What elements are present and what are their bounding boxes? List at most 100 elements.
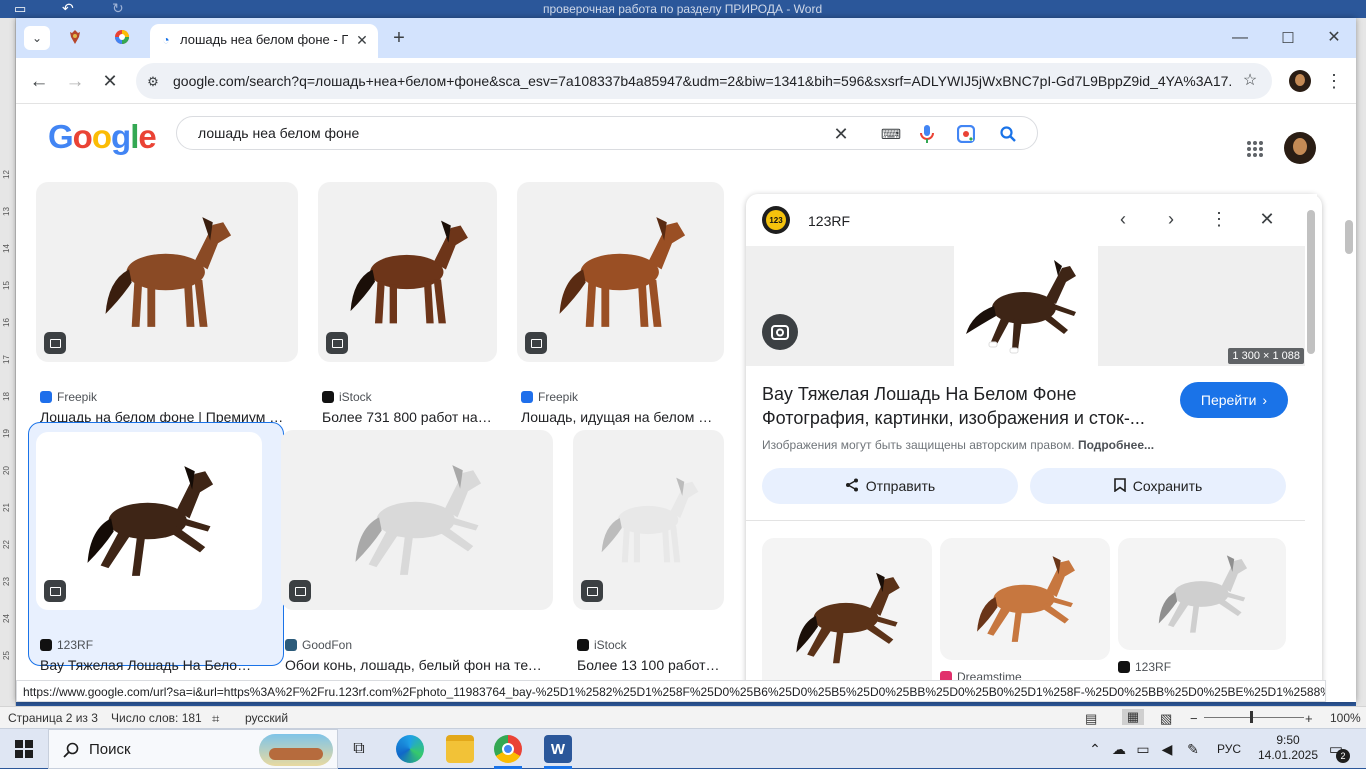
chrome-icon[interactable] xyxy=(494,735,522,763)
tab-google-search[interactable]: ◔ лошадь неа белом фоне - Поиск в Google… xyxy=(150,24,378,58)
windows-start-icon[interactable] xyxy=(14,739,34,759)
image-badge-icon xyxy=(326,332,348,354)
forward-icon[interactable]: → xyxy=(64,70,86,92)
result-source[interactable]: Freepik xyxy=(521,390,578,404)
tab-strip: ⌄ ◔ лошадь неа белом фоне - Поиск в Goog… xyxy=(16,18,1356,58)
result-thumbnail[interactable] xyxy=(36,432,262,610)
word-count[interactable]: Число слов: 181 xyxy=(111,711,202,725)
stop-loading-icon[interactable]: ✕ xyxy=(99,70,121,92)
result-thumbnail[interactable] xyxy=(318,182,497,362)
panel-title[interactable]: Вау Тяжелая Лошадь На Белом Фоне Фотогра… xyxy=(762,382,1162,430)
result-source[interactable]: Freepik xyxy=(40,390,97,404)
close-window-icon[interactable]: ✕ xyxy=(1324,28,1344,48)
visit-button[interactable]: Перейти › xyxy=(1180,382,1288,418)
word-right-edge xyxy=(1356,18,1366,708)
share-icon xyxy=(845,478,859,495)
result-thumbnail[interactable] xyxy=(281,430,553,610)
result-source[interactable]: iStock xyxy=(577,638,627,652)
panel-scrollbar[interactable] xyxy=(1305,194,1317,702)
document-language[interactable]: русский xyxy=(245,711,288,725)
prev-image-icon[interactable]: ‹ xyxy=(1112,208,1134,230)
taskbar-search-box[interactable]: Поиск xyxy=(48,729,338,769)
read-mode-icon[interactable]: ▤ xyxy=(1085,711,1097,727)
keyboard-language[interactable]: РУС xyxy=(1217,742,1241,756)
url-text[interactable]: google.com/search?q=лошадь+неа+белом+фон… xyxy=(173,73,1233,89)
onedrive-icon[interactable]: ☁ xyxy=(1110,740,1128,758)
result-thumbnail[interactable] xyxy=(517,182,724,362)
more-options-icon[interactable]: ⋮ xyxy=(1208,208,1230,230)
ruler-number: 17 xyxy=(1,355,11,364)
address-bar[interactable]: ⚙ google.com/search?q=лошадь+неа+белом+ф… xyxy=(136,63,1272,99)
chevron-up-icon[interactable]: ⌃ xyxy=(1086,740,1104,758)
search-icon[interactable] xyxy=(997,123,1019,145)
result-caption[interactable]: Лошадь, идущая на белом фоне xyxy=(521,409,720,425)
page-scrollbar[interactable] xyxy=(1342,190,1356,702)
page-count[interactable]: Страница 2 из 3 xyxy=(8,711,98,725)
network-icon[interactable]: ▭ xyxy=(1134,740,1152,758)
file-explorer-icon[interactable] xyxy=(446,735,474,763)
zoom-level[interactable]: 100% xyxy=(1330,711,1361,725)
word-icon[interactable]: W xyxy=(544,735,572,763)
redo-icon[interactable]: ↻ xyxy=(112,1,124,15)
emblem-tab-icon[interactable] xyxy=(66,28,84,46)
edge-icon[interactable] xyxy=(396,735,424,763)
save-button[interactable]: Сохранить xyxy=(1030,468,1286,504)
panel-source[interactable]: 123RF xyxy=(808,213,850,229)
task-view-icon[interactable]: ⧉ xyxy=(348,739,370,759)
preview-image-area[interactable]: 1 300 × 1 088 xyxy=(746,246,1306,366)
result-source[interactable]: GoodFon xyxy=(285,638,352,652)
site-info-icon[interactable]: ⚙ xyxy=(144,72,162,90)
zoom-slider[interactable] xyxy=(1204,717,1304,718)
clock[interactable]: 9:50 14.01.2025 xyxy=(1256,733,1320,763)
word-title-bar: ▭ ↶ ↻ проверочная работа по разделу ПРИР… xyxy=(0,0,1366,18)
undo-icon[interactable]: ↶ xyxy=(62,1,74,15)
zoom-out-icon[interactable]: − xyxy=(1190,711,1198,726)
lens-search-icon[interactable] xyxy=(762,314,798,350)
clear-search-icon[interactable]: ✕ xyxy=(831,124,851,144)
keyboard-icon[interactable]: ⌨ xyxy=(880,124,902,144)
close-panel-icon[interactable]: ✕ xyxy=(1256,208,1278,230)
proofing-icon[interactable]: ⌗ xyxy=(212,711,219,727)
tab-search-icon[interactable]: ⌄ xyxy=(24,26,50,50)
share-button[interactable]: Отправить xyxy=(762,468,1018,504)
taskbar-search-text: Поиск xyxy=(89,741,131,758)
tab-close-icon[interactable]: ✕ xyxy=(354,32,370,48)
web-layout-icon[interactable]: ▧ xyxy=(1160,711,1172,727)
apps-grid-icon[interactable] xyxy=(1244,138,1266,160)
zoom-slider-thumb[interactable] xyxy=(1250,711,1253,723)
preview-image[interactable] xyxy=(954,246,1098,366)
google-logo[interactable]: Google xyxy=(48,118,157,156)
profile-avatar[interactable] xyxy=(1289,70,1311,92)
new-tab-icon[interactable]: + xyxy=(388,27,410,49)
related-image[interactable] xyxy=(1118,538,1286,650)
search-query[interactable]: лошадь неа белом фоне xyxy=(198,125,359,141)
print-layout-icon[interactable]: ▦ xyxy=(1122,709,1144,725)
related-image[interactable] xyxy=(940,538,1110,660)
maximize-icon[interactable]: ☐ xyxy=(1278,28,1298,48)
related-source[interactable]: 123RF xyxy=(1118,660,1171,674)
result-caption[interactable]: Вау Тяжелая Лошадь На Белом Фоне xyxy=(40,657,258,673)
account-avatar[interactable] xyxy=(1284,132,1316,164)
related-image[interactable] xyxy=(762,538,932,698)
lens-icon[interactable] xyxy=(955,123,977,145)
result-caption[interactable]: Более 13 100 работ на тему xyxy=(577,657,720,673)
microphone-icon[interactable] xyxy=(917,123,937,145)
bookmark-star-icon[interactable]: ☆ xyxy=(1240,71,1260,91)
colorful-tab-icon[interactable] xyxy=(113,28,131,46)
result-source[interactable]: 123RF xyxy=(40,638,93,652)
save-icon[interactable]: ▭ xyxy=(14,2,26,15)
zoom-in-icon[interactable]: + xyxy=(1305,711,1313,726)
next-image-icon[interactable]: › xyxy=(1160,208,1182,230)
volume-icon[interactable]: ◀ xyxy=(1158,740,1176,758)
pen-icon[interactable]: ✎ xyxy=(1184,740,1202,758)
learn-more-link[interactable]: Подробнее... xyxy=(1078,438,1154,452)
back-icon[interactable]: ← xyxy=(28,70,50,92)
minimize-icon[interactable]: — xyxy=(1230,28,1250,48)
result-caption[interactable]: Более 731 800 работ на тему «лошадь» xyxy=(322,409,493,425)
search-box[interactable]: лошадь неа белом фоне ✕ ⌨ xyxy=(176,116,1038,150)
result-caption[interactable]: Обои конь, лошадь, белый фон на телефон xyxy=(285,657,549,673)
result-source[interactable]: iStock xyxy=(322,390,372,404)
result-thumbnail[interactable] xyxy=(573,430,724,610)
result-thumbnail[interactable] xyxy=(36,182,298,362)
menu-dots-icon[interactable]: ⋮ xyxy=(1325,70,1343,92)
